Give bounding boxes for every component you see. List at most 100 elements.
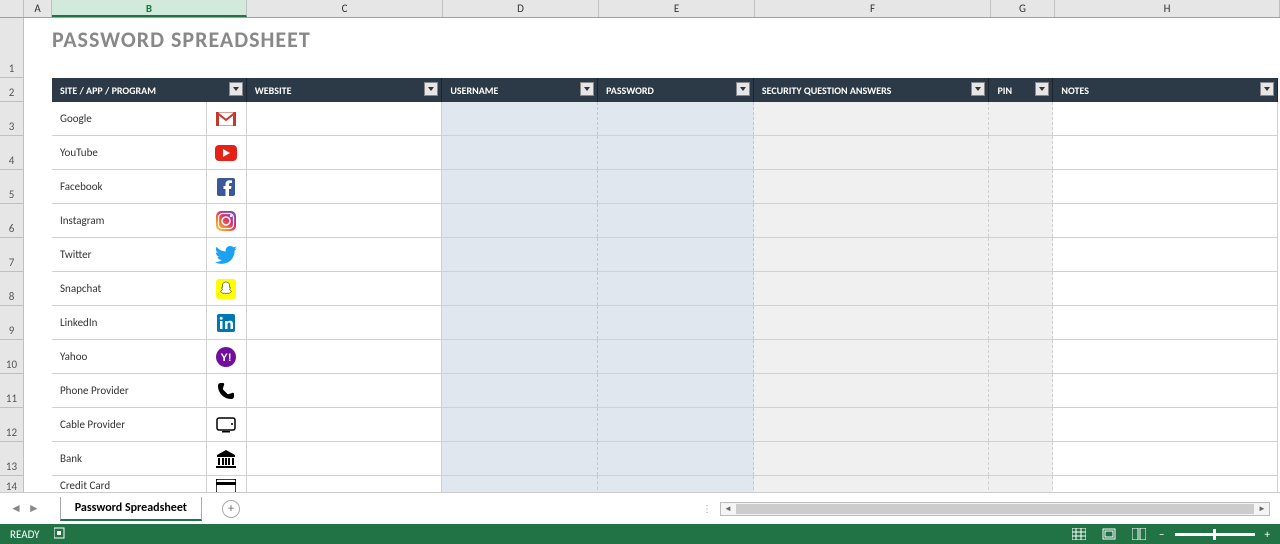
table-row[interactable]: Bank [52,442,1278,476]
cell-notes[interactable] [1053,340,1278,373]
filter-icon[interactable] [971,82,985,96]
row-num-8[interactable]: 8 [0,272,23,306]
cell-notes[interactable] [1053,272,1278,305]
col-B[interactable]: B [52,0,247,17]
row-num-7[interactable]: 7 [0,238,23,272]
header-pin[interactable]: PIN [989,78,1053,102]
cell-pin[interactable] [989,136,1053,169]
cell-security[interactable] [754,374,990,407]
filter-icon[interactable] [424,82,438,96]
table-row[interactable]: YahooY! [52,340,1278,374]
tab-scroll-splitter[interactable]: ⋮ [702,502,712,515]
cell-security[interactable] [754,340,990,373]
col-D[interactable]: D [443,0,599,17]
zoom-slider[interactable] [1175,533,1255,536]
cell-website[interactable] [247,408,443,441]
cell-security[interactable] [754,136,990,169]
cell-password[interactable] [598,340,754,373]
table-row[interactable]: LinkedIn [52,306,1278,340]
zoom-in-icon[interactable]: + [1265,528,1270,541]
cell-notes[interactable] [1053,442,1278,475]
scroll-left-icon[interactable]: ◄ [721,504,735,514]
cell-site[interactable]: Twitter [52,238,207,271]
header-site[interactable]: SITE / APP / PROGRAM [52,78,247,102]
cell-website[interactable] [247,272,443,305]
cell-notes[interactable] [1053,408,1278,441]
cell-site[interactable]: Google [52,102,207,135]
cell-pin[interactable] [989,306,1053,339]
cell-security[interactable] [754,442,990,475]
view-normal-icon[interactable] [1069,527,1089,541]
cell-site[interactable]: LinkedIn [52,306,207,339]
cell-site[interactable]: Yahoo [52,340,207,373]
row-num-13[interactable]: 13 [0,442,23,476]
cell-username[interactable] [442,102,598,135]
row-num-11[interactable]: 11 [0,374,23,408]
col-H[interactable]: H [1055,0,1280,17]
cell-username[interactable] [442,170,598,203]
cell-notes[interactable] [1053,204,1278,237]
cell-username[interactable] [442,238,598,271]
cell-site[interactable]: Cable Provider [52,408,207,441]
col-E[interactable]: E [599,0,755,17]
scroll-right-icon[interactable]: ► [1255,504,1269,514]
select-all-corner[interactable] [0,0,24,17]
cell-security[interactable] [754,272,990,305]
cell-password[interactable] [598,102,754,135]
sheet-prev-icon[interactable]: ◄ [10,501,22,516]
table-row[interactable]: YouTube [52,136,1278,170]
cell-site[interactable]: Facebook [52,170,207,203]
filter-icon[interactable] [229,82,243,96]
cell-pin[interactable] [989,408,1053,441]
col-F[interactable]: F [755,0,991,17]
cell-site[interactable]: Phone Provider [52,374,207,407]
cell-password[interactable] [598,272,754,305]
cell-website[interactable] [247,340,443,373]
cell-website[interactable] [247,238,443,271]
col-C[interactable]: C [247,0,443,17]
header-password[interactable]: PASSWORD [598,78,754,102]
table-row[interactable]: Snapchat [52,272,1278,306]
cell-password[interactable] [598,374,754,407]
cell-website[interactable] [247,102,443,135]
col-A[interactable]: A [24,0,52,17]
row-num-4[interactable]: 4 [0,136,23,170]
cell-pin[interactable] [989,204,1053,237]
cell-notes[interactable] [1053,170,1278,203]
cell-pin[interactable] [989,102,1053,135]
filter-icon[interactable] [1260,82,1274,96]
cell-website[interactable] [247,136,443,169]
zoom-slider-thumb[interactable] [1213,529,1216,540]
row-num-9[interactable]: 9 [0,306,23,340]
row-num-2[interactable]: 2 [0,78,23,102]
cell-site[interactable]: Instagram [52,204,207,237]
cell-security[interactable] [754,238,990,271]
row-num-5[interactable]: 5 [0,170,23,204]
table-row[interactable]: Twitter [52,238,1278,272]
cell-username[interactable] [442,340,598,373]
table-row[interactable]: Cable Provider [52,408,1278,442]
cell-password[interactable] [598,306,754,339]
cell-pin[interactable] [989,272,1053,305]
cell-website[interactable] [247,374,443,407]
col-G[interactable]: G [991,0,1055,17]
sheet-nav-buttons[interactable]: ◄ ► [0,501,50,516]
cell-password[interactable] [598,170,754,203]
table-row[interactable]: Instagram [52,204,1278,238]
row-num-12[interactable]: 12 [0,408,23,442]
header-notes[interactable]: NOTES [1053,78,1278,102]
table-row[interactable]: Google [52,102,1278,136]
cell-security[interactable] [754,204,990,237]
horizontal-scrollbar[interactable]: ◄ ► [720,502,1270,516]
add-sheet-button[interactable]: + [222,500,240,518]
cell-username[interactable] [442,442,598,475]
filter-icon[interactable] [580,82,594,96]
cell-security[interactable] [754,306,990,339]
row-num-1[interactable]: 1 [0,18,23,78]
row-num-3[interactable]: 3 [0,102,23,136]
cell-password[interactable] [598,442,754,475]
cell-site[interactable]: Bank [52,442,207,475]
cell-website[interactable] [247,170,443,203]
cell-site[interactable]: YouTube [52,136,207,169]
cell-notes[interactable] [1053,238,1278,271]
